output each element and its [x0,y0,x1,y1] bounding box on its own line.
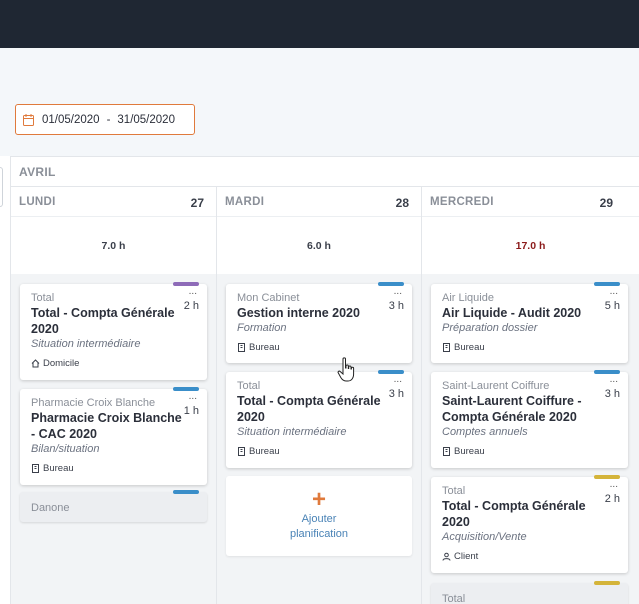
plus-icon: + [311,486,326,513]
planning-card[interactable]: ... 5 h Air Liquide Air Liquide - Audit … [431,282,628,363]
card-color-tag [594,581,620,585]
date-range-picker[interactable]: 01/05/2020 - 31/05/2020 [15,104,195,135]
card-task: Gestion interne 2020 [237,306,360,320]
home-icon [31,359,40,368]
card-hours: 3 h [604,388,620,400]
top-navigation-bar [0,0,639,48]
day-header: MARDI 28 [217,187,421,217]
card-client: Total [442,485,466,497]
month-header: AVRIL [11,156,639,187]
day-number: 29 [599,196,613,210]
card-location: Bureau [31,463,197,474]
card-hours: 2 h [604,493,620,505]
month-label: AVRIL [19,165,56,179]
day-total-hours: 7.0 h [11,217,216,274]
card-location: Bureau [442,342,618,353]
building-icon [32,464,39,473]
day-number: 28 [395,196,409,210]
card-location: Bureau [237,342,402,353]
user-icon [442,552,451,561]
planning-card[interactable]: ... 2 h Total Total - Compta Générale 20… [20,282,207,380]
card-activity: Formation [237,322,287,334]
card-location-label: Bureau [454,446,485,457]
card-task: Pharmacie Croix Blanche - CAC 2020 [31,411,182,441]
card-activity: Bilan/situation [31,443,100,455]
card-hours: 3 h [388,388,404,400]
planning-card[interactable]: ... 3 h Total Total - Compta Générale 20… [226,370,412,468]
card-location-label: Bureau [454,342,485,353]
card-location: Domicile [31,358,197,369]
card-location: Bureau [442,446,618,457]
card-client: Mon Cabinet [237,292,300,304]
date-range-end: 31/05/2020 [117,113,175,126]
card-client: Pharmacie Croix Blanche [31,397,156,409]
card-task: Total - Compta Générale 2020 [237,394,381,424]
building-icon [238,343,245,352]
building-icon [443,447,450,456]
day-number: 27 [190,196,204,210]
card-location-label: Domicile [43,358,80,369]
day-column-monday: LUNDI 27 7.0 h ... 2 h Total Total - Com… [11,187,217,604]
card-menu-icon[interactable]: ... [610,374,618,385]
add-planning-label: Ajouter planification [289,513,349,540]
card-menu-icon[interactable]: ... [610,479,618,490]
previous-week-handle[interactable] [0,167,3,207]
card-activity: Situation intermédiaire [31,338,141,350]
date-range-start: 01/05/2020 [42,113,100,126]
day-name: LUNDI [19,196,56,208]
card-activity: Situation intermédiaire [237,426,347,438]
day-name: MARDI [225,196,265,208]
planning-card[interactable]: ... 3 h Mon Cabinet Gestion interne 2020… [226,282,412,363]
card-location: Client [442,551,618,562]
building-icon [238,447,245,456]
card-menu-icon[interactable]: ... [394,286,402,297]
add-planning-button[interactable]: + Ajouter planification [226,476,412,556]
toolbar [0,48,639,156]
card-client: Total [442,593,466,604]
card-activity: Comptes annuels [442,426,528,438]
calendar-icon [23,113,34,126]
card-client: Total [31,292,55,304]
card-menu-icon[interactable]: ... [394,374,402,385]
day-header: MERCREDI 29 [422,187,639,217]
card-location-label: Client [454,551,479,562]
calendar-left-gutter [0,156,11,604]
planning-card[interactable]: ... 2 h Total Total - Compta Générale 20… [431,475,628,573]
card-menu-icon[interactable]: ... [610,286,618,297]
day-header: LUNDI 27 [11,187,216,217]
planning-card[interactable]: Total [431,581,628,604]
card-location: Bureau [237,446,402,457]
card-client: Danone [31,502,70,514]
card-task: Saint-Laurent Coiffure - Compta Générale… [442,394,582,424]
day-total-hours: 6.0 h [217,217,421,274]
card-client: Air Liquide [442,292,494,304]
card-task: Total - Compta Générale 2020 [31,306,175,336]
card-hours: 1 h [183,405,199,417]
planning-card[interactable]: ... 1 h Pharmacie Croix Blanche Pharmaci… [20,387,207,485]
day-column-tuesday: MARDI 28 6.0 h ... 3 h Mon Cabinet Gesti… [217,187,422,604]
card-location-label: Bureau [43,463,74,474]
date-range-separator: - [106,113,111,126]
day-column-wednesday: MERCREDI 29 17.0 h ... 5 h Air Liquide A… [422,187,639,604]
card-location-label: Bureau [249,342,280,353]
day-name: MERCREDI [430,196,494,208]
card-menu-icon[interactable]: ... [189,391,197,402]
card-activity: Acquisition/Vente [442,531,527,543]
card-menu-icon[interactable]: ... [189,286,197,297]
hand-cursor-icon [337,357,355,382]
card-hours: 2 h [183,300,199,312]
day-total-hours: 17.0 h [422,217,639,274]
card-hours: 3 h [388,300,404,312]
planning-card[interactable]: ... 3 h Saint-Laurent Coiffure Saint-Lau… [431,370,628,468]
card-client: Total [237,380,261,392]
building-icon [443,343,450,352]
card-hours: 5 h [604,300,620,312]
card-activity: Préparation dossier [442,322,538,334]
planning-card[interactable]: Danone [20,490,207,522]
card-location-label: Bureau [249,446,280,457]
card-client: Saint-Laurent Coiffure [442,380,550,392]
card-task: Air Liquide - Audit 2020 [442,306,582,320]
card-color-tag [173,490,199,494]
card-task: Total - Compta Générale 2020 [442,499,586,529]
